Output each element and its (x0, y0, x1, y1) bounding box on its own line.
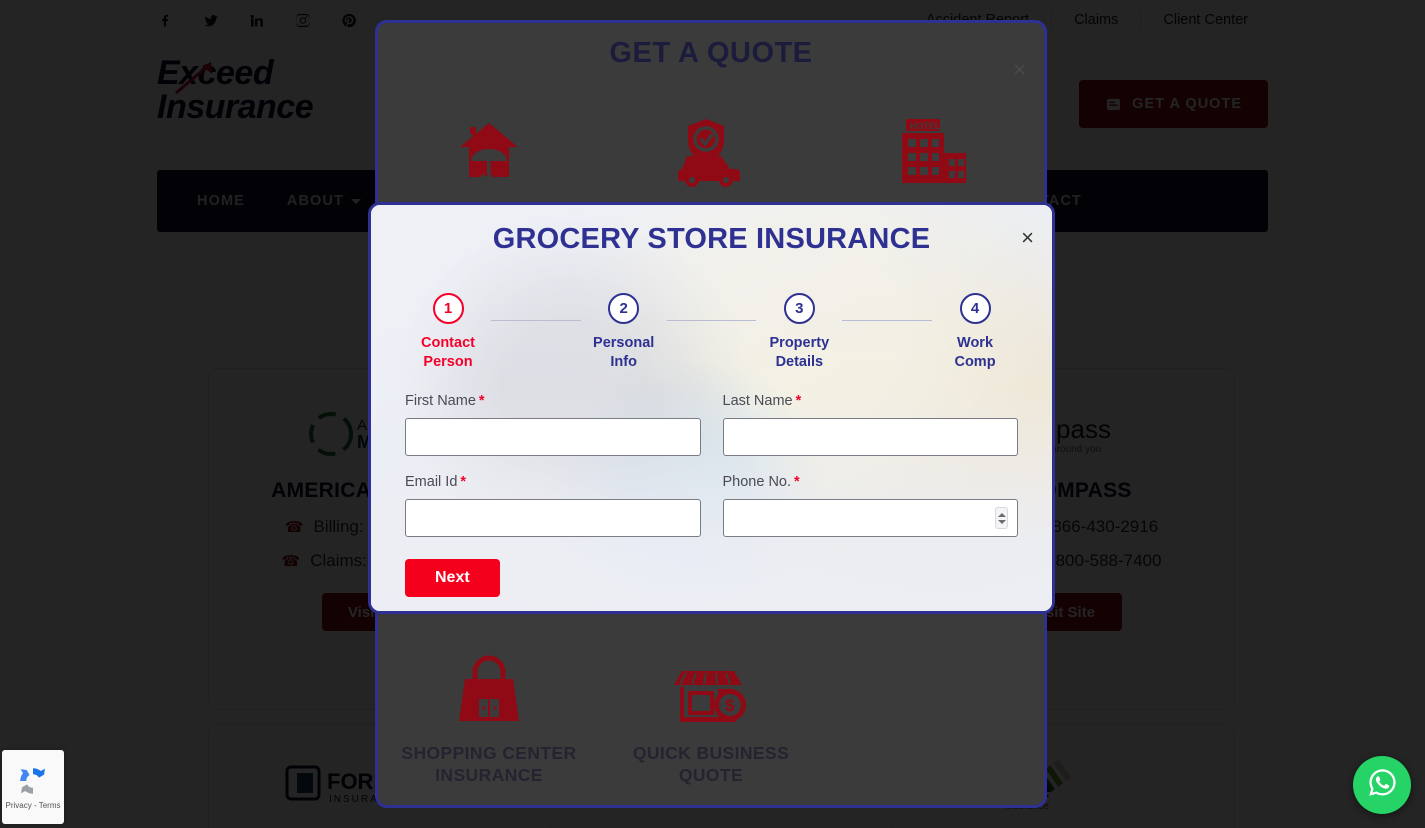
next-button[interactable]: Next (405, 559, 500, 597)
svg-text:$: $ (725, 696, 735, 715)
step-number[interactable]: 4 (959, 293, 991, 324)
insurance-type-tiles-bottom: SHOPPING CENTER INSURANCE $ QUICK BUSINE… (378, 651, 1044, 787)
step-label-line-1: Personal (593, 335, 655, 351)
step-number[interactable]: 1 (432, 293, 464, 324)
stepper-down-icon[interactable] (997, 519, 1006, 524)
step-label: Contact Person (405, 334, 491, 372)
step-label-line-1: Property (769, 335, 830, 351)
step-label: Property Details (756, 334, 842, 372)
step-label: Work Comp (932, 334, 1018, 372)
tile-label: QUICK BUSINESS QUOTE (632, 743, 790, 785)
hotel-building-icon: HOTEL (834, 111, 1032, 189)
whatsapp-icon (1366, 766, 1399, 804)
label-text: First Name (405, 393, 476, 409)
required-marker: * (795, 393, 802, 409)
label-text: Email Id (405, 474, 458, 490)
step-personal-info[interactable]: 2 Personal Info (581, 293, 667, 372)
tile-label: SHOPPING CENTER INSURANCE (401, 743, 577, 785)
step-connector (666, 320, 757, 321)
phone-input[interactable] (722, 499, 1018, 537)
last-name-input[interactable] (722, 418, 1018, 456)
step-label: Personal Info (581, 334, 667, 372)
first-name-group: First Name * (405, 393, 701, 456)
form-stepper: 1 Contact Person 2 Personal Info 3 Prope… (405, 293, 1018, 372)
required-marker: * (460, 474, 467, 490)
phone-group: Phone No. * (722, 474, 1019, 537)
email-input[interactable] (405, 499, 701, 537)
house-umbrella-icon (390, 111, 588, 189)
storefront-dollar-icon: $ (612, 651, 810, 729)
phone-label: Phone No. * (723, 474, 1019, 490)
tile-shopping-center-insurance[interactable]: SHOPPING CENTER INSURANCE (378, 651, 600, 787)
step-number[interactable]: 2 (608, 293, 640, 324)
required-marker: * (794, 474, 800, 490)
grocery-modal-title: GROCERY STORE INSURANCE (492, 223, 931, 255)
contact-person-form: First Name * Last Name * Email Id * Phon… (405, 393, 1018, 597)
step-label-line-2: Info (610, 353, 637, 370)
tile-quick-business-quote[interactable]: $ QUICK BUSINESS QUOTE (600, 651, 822, 787)
step-property-details[interactable]: 3 Property Details (756, 293, 842, 372)
recaptcha-badge[interactable]: Privacy - Terms (2, 750, 64, 824)
car-shield-icon (612, 111, 810, 189)
form-row: Email Id * Phone No. * (405, 474, 1018, 537)
first-name-label: First Name * (405, 393, 701, 409)
step-label-line-2: Person (423, 353, 473, 370)
label-text: Last Name (722, 393, 793, 409)
number-stepper[interactable] (995, 507, 1008, 529)
svg-text:HOTEL: HOTEL (910, 121, 941, 131)
grocery-modal-close-icon[interactable]: × (1021, 227, 1034, 249)
last-name-label: Last Name * (723, 393, 1019, 409)
step-contact-person[interactable]: 1 Contact Person (405, 293, 491, 372)
grocery-store-insurance-modal: GROCERY STORE INSURANCE × 1 Contact Pers… (368, 202, 1055, 614)
get-a-quote-close-icon[interactable]: × (1013, 59, 1026, 81)
step-label-line-2: Comp (954, 353, 996, 370)
step-label-line-1: Contact (421, 335, 475, 351)
email-group: Email Id * (405, 474, 701, 537)
form-row: First Name * Last Name * (405, 393, 1018, 456)
required-marker: * (478, 393, 485, 409)
recaptcha-icon (16, 764, 50, 798)
get-a-quote-modal-title: GET A QUOTE (609, 37, 813, 69)
shopping-bag-icon (390, 651, 588, 729)
step-label-line-2: Details (775, 353, 824, 370)
step-connector (491, 320, 581, 321)
last-name-group: Last Name * (722, 393, 1019, 456)
whatsapp-chat-button[interactable] (1353, 756, 1411, 814)
step-work-comp[interactable]: 4 Work Comp (932, 293, 1018, 372)
first-name-input[interactable] (405, 418, 701, 456)
step-label-line-1: Work (957, 335, 994, 351)
stepper-up-icon[interactable] (997, 512, 1006, 517)
label-text: Phone No. (722, 474, 792, 490)
recaptcha-label: Privacy - Terms (5, 801, 61, 810)
step-number[interactable]: 3 (783, 293, 815, 324)
step-connector (842, 320, 933, 321)
email-label: Email Id * (405, 474, 701, 490)
